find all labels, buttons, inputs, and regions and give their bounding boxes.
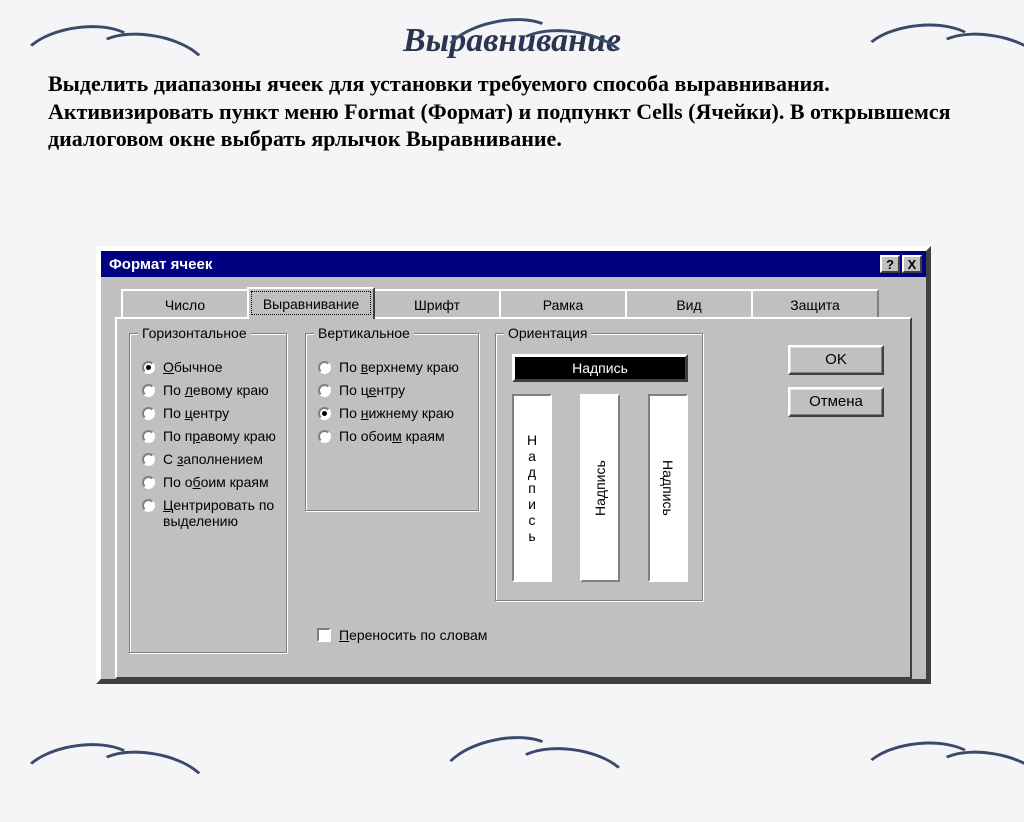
tab-border[interactable]: Рамка — [499, 289, 627, 319]
radio-label: По обоим краям — [163, 474, 269, 490]
radio-label: По правому краю — [163, 428, 276, 444]
tab-number[interactable]: Число — [121, 289, 249, 319]
radio-icon — [142, 430, 155, 443]
tab-pane-alignment: Горизонтальное Обычное По левому краю По… — [115, 317, 912, 679]
close-button[interactable]: X — [902, 255, 922, 273]
orientation-stacked-sample[interactable]: Надпись — [512, 394, 552, 582]
radio-label: Обычное — [163, 359, 223, 375]
radio-horiz-right[interactable]: По правому краю — [140, 428, 276, 444]
tab-alignment[interactable]: Выравнивание — [247, 287, 375, 319]
group-horizontal-legend: Горизонтальное — [138, 325, 251, 341]
radio-label: Центрировать повыделению — [163, 497, 274, 529]
radio-vert-top[interactable]: По верхнему краю — [316, 359, 468, 375]
radio-icon — [318, 430, 331, 443]
radio-label: По верхнему краю — [339, 359, 459, 375]
radio-horiz-left[interactable]: По левому краю — [140, 382, 276, 398]
radio-horiz-center[interactable]: По центру — [140, 405, 276, 421]
tab-protect[interactable]: Защита — [751, 289, 879, 319]
radio-label: По нижнему краю — [339, 405, 454, 421]
radio-label: С заполнением — [163, 451, 263, 467]
ok-button[interactable]: OK — [788, 345, 884, 375]
cancel-button[interactable]: Отмена — [788, 387, 884, 417]
radio-vert-bottom[interactable]: По нижнему краю — [316, 405, 468, 421]
tab-font[interactable]: Шрифт — [373, 289, 501, 319]
page-title: Выравнивание — [0, 22, 1024, 60]
intro-paragraph: Выделить диапазоны ячеек для установки т… — [48, 70, 964, 153]
radio-icon — [142, 384, 155, 397]
group-vertical: Вертикальное По верхнему краю По центру … — [305, 333, 479, 511]
radio-horiz-fill[interactable]: С заполнением — [140, 451, 276, 467]
orientation-vertical-up-sample[interactable]: Надпись — [580, 394, 620, 582]
group-horizontal: Горизонтальное Обычное По левому краю По… — [129, 333, 287, 653]
orientation-horizontal-sample[interactable]: Надпись — [512, 354, 688, 382]
format-cells-dialog: Формат ячеек ? X Число Выравнивание Шриф… — [96, 246, 931, 684]
radio-label: По центру — [339, 382, 405, 398]
group-vertical-legend: Вертикальное — [314, 325, 414, 341]
tab-strip: Число Выравнивание Шрифт Рамка Вид Защит… — [121, 289, 912, 319]
radio-icon — [142, 453, 155, 466]
tab-view[interactable]: Вид — [625, 289, 753, 319]
radio-vert-center[interactable]: По центру — [316, 382, 468, 398]
checkbox-icon — [317, 628, 331, 642]
radio-label: По левому краю — [163, 382, 269, 398]
radio-icon — [142, 361, 155, 374]
radio-label: По центру — [163, 405, 229, 421]
radio-label: По обоим краям — [339, 428, 445, 444]
radio-icon — [318, 384, 331, 397]
radio-horiz-normal[interactable]: Обычное — [140, 359, 276, 375]
radio-icon — [142, 407, 155, 420]
group-orientation: Ориентация Надпись Надпись Надпись Надпи… — [495, 333, 703, 601]
radio-vert-justify[interactable]: По обоим краям — [316, 428, 468, 444]
orientation-vertical-down-sample[interactable]: Надпись — [648, 394, 688, 582]
dialog-titlebar: Формат ячеек ? X — [101, 251, 926, 277]
radio-horiz-justify[interactable]: По обоим краям — [140, 474, 276, 490]
help-button[interactable]: ? — [880, 255, 900, 273]
wrap-text-checkbox-row[interactable]: Переносить по словам — [317, 627, 487, 643]
radio-horiz-center-selection[interactable]: Центрировать повыделению — [140, 497, 276, 529]
wrap-text-label: Переносить по словам — [339, 627, 487, 643]
group-orientation-legend: Ориентация — [504, 325, 591, 341]
radio-icon — [142, 476, 155, 489]
dialog-title: Формат ячеек — [109, 256, 878, 273]
radio-icon — [318, 361, 331, 374]
decorative-waves-bottom — [0, 740, 1024, 790]
radio-icon — [142, 499, 155, 512]
radio-icon — [318, 407, 331, 420]
